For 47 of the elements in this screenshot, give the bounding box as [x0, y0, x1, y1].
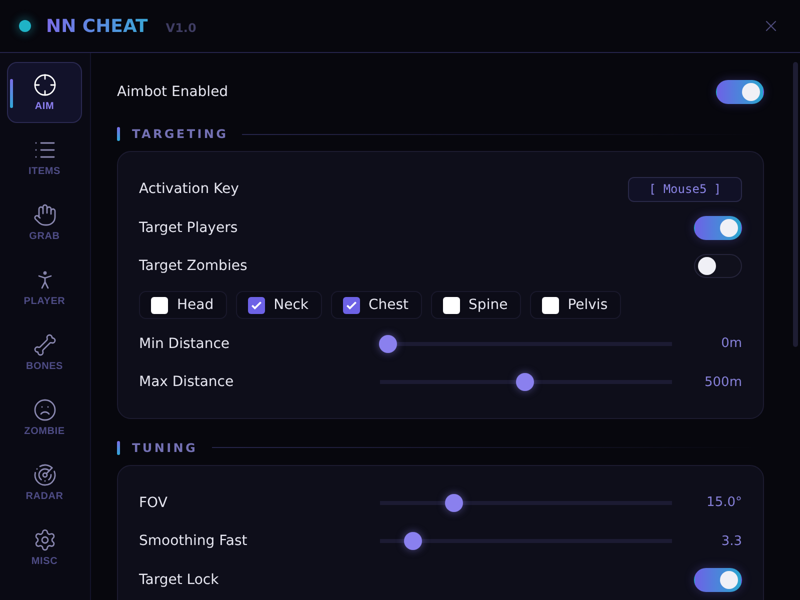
slider-value: 15.0° — [706, 495, 742, 510]
key-bind-button[interactable]: [ Mouse5 ] — [628, 176, 742, 202]
status-dot — [19, 20, 31, 32]
checkbox[interactable] — [151, 296, 168, 314]
checkbox-option[interactable]: Neck — [236, 291, 322, 319]
radar-icon — [32, 463, 56, 487]
setting-label: Target Lock — [139, 572, 219, 588]
checkbox[interactable] — [542, 296, 559, 314]
frown-face-icon — [32, 398, 56, 422]
setting-label: Target Zombies — [139, 258, 248, 274]
setting-label: Target Players — [139, 220, 238, 236]
active-indicator — [10, 79, 13, 108]
checkbox[interactable] — [442, 296, 460, 314]
hand-icon — [32, 203, 56, 227]
checkbox-option[interactable]: Pelvis — [530, 291, 621, 319]
slider-value: 500m — [704, 374, 742, 390]
version-label: V1.0 — [166, 20, 196, 34]
setting-label: Min Distance — [139, 336, 230, 352]
crosshair-icon — [32, 73, 56, 97]
toggle-switch[interactable] — [694, 568, 742, 592]
checkbox[interactable] — [248, 296, 265, 314]
toggle-switch[interactable] — [694, 216, 742, 240]
section-title: TARGETING — [132, 127, 228, 141]
section-title: TUNING — [132, 440, 198, 454]
slider-thumb[interactable] — [444, 494, 463, 512]
check-icon — [344, 298, 358, 312]
section-accent — [117, 440, 120, 454]
checkbox-option[interactable]: Head — [139, 291, 227, 319]
section-accent — [117, 127, 120, 141]
setting-label: Max Distance — [139, 374, 234, 390]
setting-label: Smoothing Fast — [139, 533, 248, 550]
slider-thumb[interactable] — [516, 373, 534, 392]
slider-thumb[interactable] — [404, 532, 422, 550]
toggle-switch[interactable] — [716, 80, 764, 104]
toggle-switch[interactable] — [694, 254, 742, 278]
setting-label: Aimbot Enabled — [117, 84, 228, 100]
checkbox-option[interactable]: Chest — [330, 291, 422, 319]
check-icon — [250, 298, 263, 312]
setting-label: FOV — [139, 494, 168, 511]
setting-label: Activation Key — [139, 181, 239, 198]
sidebar-tab[interactable]: AIM — [7, 62, 82, 123]
slider-value: 0m — [720, 336, 742, 352]
settings-icon — [32, 528, 56, 552]
slider-value: 3.3 — [720, 534, 742, 549]
checkbox-option[interactable]: Spine — [430, 291, 521, 319]
checkbox[interactable] — [342, 296, 360, 314]
slider-thumb[interactable] — [379, 334, 397, 353]
